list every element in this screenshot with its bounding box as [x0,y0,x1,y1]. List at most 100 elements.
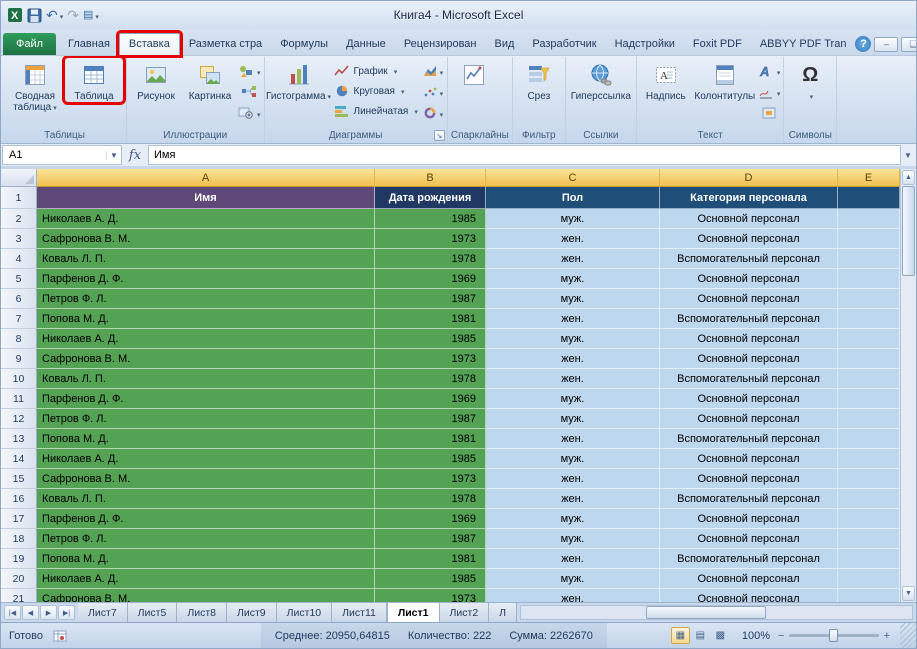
cell-E10[interactable] [838,369,900,389]
row-header-16[interactable]: 16 [1,489,37,509]
cell-D16[interactable]: Вспомогательный персонал [660,489,838,509]
ribbon-tab-6[interactable]: Рецензирован [395,33,486,55]
hyperlink-button[interactable]: Гиперссылка [569,58,633,102]
line-chart-button[interactable]: График [331,62,421,80]
cell-C11[interactable]: муж. [486,389,660,409]
cell-B1[interactable]: Дата рождения [375,187,486,209]
cell-C4[interactable]: жен. [486,249,660,269]
ribbon-tab-4[interactable]: Формулы [271,33,337,55]
cell-C6[interactable]: муж. [486,289,660,309]
minimize-icon[interactable]: – [874,37,898,52]
column-header-E[interactable]: E [838,169,900,187]
row-header-6[interactable]: 6 [1,289,37,309]
expand-formula-bar-icon[interactable]: ▼ [901,145,915,165]
row-header-20[interactable]: 20 [1,569,37,589]
row-header-15[interactable]: 15 [1,469,37,489]
cell-D2[interactable]: Основной персонал [660,209,838,229]
sparklines-button[interactable] [451,58,497,89]
cell-B12[interactable]: 1987 [375,409,486,429]
restore-icon[interactable]: ❏ [901,37,917,52]
redo-icon[interactable]: ↷ [67,5,79,25]
ribbon-tab-0[interactable]: Файл [3,33,56,55]
column-header-A[interactable]: A [37,169,375,187]
row-header-14[interactable]: 14 [1,449,37,469]
scatter-chart-button[interactable] [422,83,444,101]
horizontal-scrollbar[interactable] [520,605,913,620]
row-header-5[interactable]: 5 [1,269,37,289]
other-charts-button[interactable] [422,104,444,122]
customize-quick-access-icon[interactable]: ▤ [83,5,99,25]
row-header-7[interactable]: 7 [1,309,37,329]
smartart-button[interactable] [238,83,261,101]
cell-C5[interactable]: муж. [486,269,660,289]
ribbon-tab-1[interactable]: Главная [59,33,119,55]
cell-B3[interactable]: 1973 [375,229,486,249]
cell-D4[interactable]: Вспомогательный персонал [660,249,838,269]
cell-B6[interactable]: 1987 [375,289,486,309]
resize-grip[interactable] [900,623,916,648]
cell-E2[interactable] [838,209,900,229]
cell-B17[interactable]: 1969 [375,509,486,529]
cell-C9[interactable]: жен. [486,349,660,369]
cell-A2[interactable]: Николаев А. Д. [37,209,375,229]
cell-C14[interactable]: муж. [486,449,660,469]
formula-input[interactable]: Имя [148,145,901,165]
cell-D9[interactable]: Основной персонал [660,349,838,369]
cell-B18[interactable]: 1987 [375,529,486,549]
pivot-table-button[interactable]: Сводная таблица [6,58,64,114]
cell-B15[interactable]: 1973 [375,469,486,489]
cell-E16[interactable] [838,489,900,509]
undo-icon[interactable]: ↶ [46,5,63,25]
prev-sheet-icon[interactable]: ◀ [22,605,39,620]
cell-A3[interactable]: Сафронова В. М. [37,229,375,249]
cell-C1[interactable]: Пол [486,187,660,209]
bar-chart-button[interactable]: Линейчатая [331,102,421,120]
cell-E13[interactable] [838,429,900,449]
page-layout-view-icon[interactable]: ▤ [691,627,710,644]
cell-C18[interactable]: муж. [486,529,660,549]
cell-B13[interactable]: 1981 [375,429,486,449]
row-header-13[interactable]: 13 [1,429,37,449]
cell-E11[interactable] [838,389,900,409]
row-header-9[interactable]: 9 [1,349,37,369]
cell-B10[interactable]: 1978 [375,369,486,389]
column-header-D[interactable]: D [660,169,838,187]
cell-E17[interactable] [838,509,900,529]
cell-A13[interactable]: Попова М. Д. [37,429,375,449]
cell-A4[interactable]: Коваль Л. П. [37,249,375,269]
clipart-button[interactable]: Картинка [183,58,237,102]
cell-D15[interactable]: Основной персонал [660,469,838,489]
insert-function-button[interactable]: fx [122,145,148,165]
picture-button[interactable]: Рисунок [130,58,182,102]
normal-view-icon[interactable]: ▦ [671,627,690,644]
cell-E7[interactable] [838,309,900,329]
charts-dialog-launcher-icon[interactable]: ↘ [434,130,445,141]
sheet-tab-3[interactable]: Лист9 [227,603,277,622]
cell-C12[interactable]: муж. [486,409,660,429]
last-sheet-icon[interactable]: ▶| [58,605,75,620]
screenshot-button[interactable] [238,104,261,122]
cell-B21[interactable]: 1973 [375,589,486,602]
cell-E1[interactable] [838,187,900,209]
cell-E9[interactable] [838,349,900,369]
cell-B7[interactable]: 1981 [375,309,486,329]
cell-E14[interactable] [838,449,900,469]
cell-E19[interactable] [838,549,900,569]
cell-C19[interactable]: жен. [486,549,660,569]
cell-A1[interactable]: Имя [37,187,375,209]
ribbon-tab-2[interactable]: Вставка [119,33,180,55]
page-break-view-icon[interactable]: ▩ [711,627,730,644]
ribbon-tab-3[interactable]: Разметка стра [180,33,271,55]
cell-D12[interactable]: Основной персонал [660,409,838,429]
cell-A20[interactable]: Николаев А. Д. [37,569,375,589]
cell-D17[interactable]: Основной персонал [660,509,838,529]
cell-A6[interactable]: Петров Ф. Л. [37,289,375,309]
pie-chart-button[interactable]: Круговая [331,82,421,100]
shapes-button[interactable] [238,62,261,80]
zoom-slider-thumb[interactable] [829,629,838,642]
cell-D21[interactable]: Основной персонал [660,589,838,602]
column-chart-button[interactable]: Гистограмма [268,58,330,103]
zoom-slider[interactable]: − + [778,630,890,642]
cell-E8[interactable] [838,329,900,349]
cell-B11[interactable]: 1969 [375,389,486,409]
